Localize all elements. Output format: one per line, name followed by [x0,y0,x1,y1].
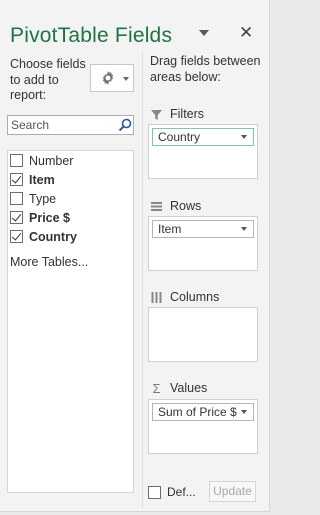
defer-checkbox[interactable] [148,485,161,499]
field-label: Number [29,153,74,168]
pivottable-fields-pane: PivotTable Fields ✕ Choose fields to add… [0,0,270,512]
rows-label: Rows [170,199,202,213]
drag-fields-label: Drag fields between areas below: [150,54,261,84]
filters-area[interactable]: Country [148,124,258,179]
search-input[interactable] [11,117,111,133]
field-row-item[interactable]: Item [10,170,55,189]
search-icon[interactable] [118,118,132,132]
values-header: Σ Values [150,380,207,396]
columns-area[interactable] [148,307,258,362]
defer-layout-update[interactable]: Def... [148,484,196,500]
choose-fields-label: Choose fields to add to report: [10,57,86,102]
update-button[interactable]: Update [209,481,256,502]
rows-header: Rows [150,198,201,214]
field-checkbox[interactable] [10,230,23,243]
columns-icon [151,291,162,303]
rows-chip-label: Item [158,222,182,236]
pane-divider [142,52,143,507]
field-label: Type [29,191,57,206]
field-checkbox[interactable] [10,192,23,205]
more-tables-link[interactable]: More Tables... [10,255,88,269]
values-label: Values [170,381,208,395]
columns-header: Columns [150,289,219,305]
values-chip-label: Sum of Price $ [158,405,237,419]
filters-field-chip[interactable]: Country [152,128,254,146]
rows-field-chip[interactable]: Item [152,220,254,238]
values-field-chip[interactable]: Sum of Price $ [152,403,254,421]
filters-chip-label: Country [158,130,201,144]
filters-header: Filters [150,106,204,122]
columns-label: Columns [170,290,220,304]
filters-label: Filters [170,107,205,121]
values-area[interactable]: Sum of Price $ [148,399,258,454]
field-checkbox[interactable] [10,211,23,224]
search-box[interactable] [7,115,134,135]
field-row-price[interactable]: Price $ [10,208,70,227]
tools-button[interactable] [90,64,134,92]
chevron-down-icon[interactable] [241,135,247,139]
field-list: Number Item Type Price $ Country More Ta… [7,150,134,493]
field-label: Item [29,172,55,187]
field-row-country[interactable]: Country [10,227,77,246]
field-row-type[interactable]: Type [10,189,56,208]
gear-icon [102,71,114,85]
rows-icon [151,201,162,211]
field-checkbox[interactable] [10,173,23,186]
chevron-down-icon[interactable] [241,410,247,414]
filter-icon [151,109,162,120]
rows-area[interactable]: Item [148,216,258,271]
chevron-down-icon[interactable] [241,227,247,231]
field-checkbox[interactable] [10,154,23,167]
chevron-down-icon [123,77,129,81]
field-label: Country [29,229,77,244]
field-row-number[interactable]: Number [10,151,73,170]
field-label: Price $ [29,210,71,225]
sigma-icon: Σ [152,380,161,396]
defer-label: Def... [167,485,196,499]
task-pane-options-icon[interactable] [199,30,209,36]
pane-title: PivotTable Fields [10,24,173,47]
close-button[interactable]: ✕ [239,24,253,42]
